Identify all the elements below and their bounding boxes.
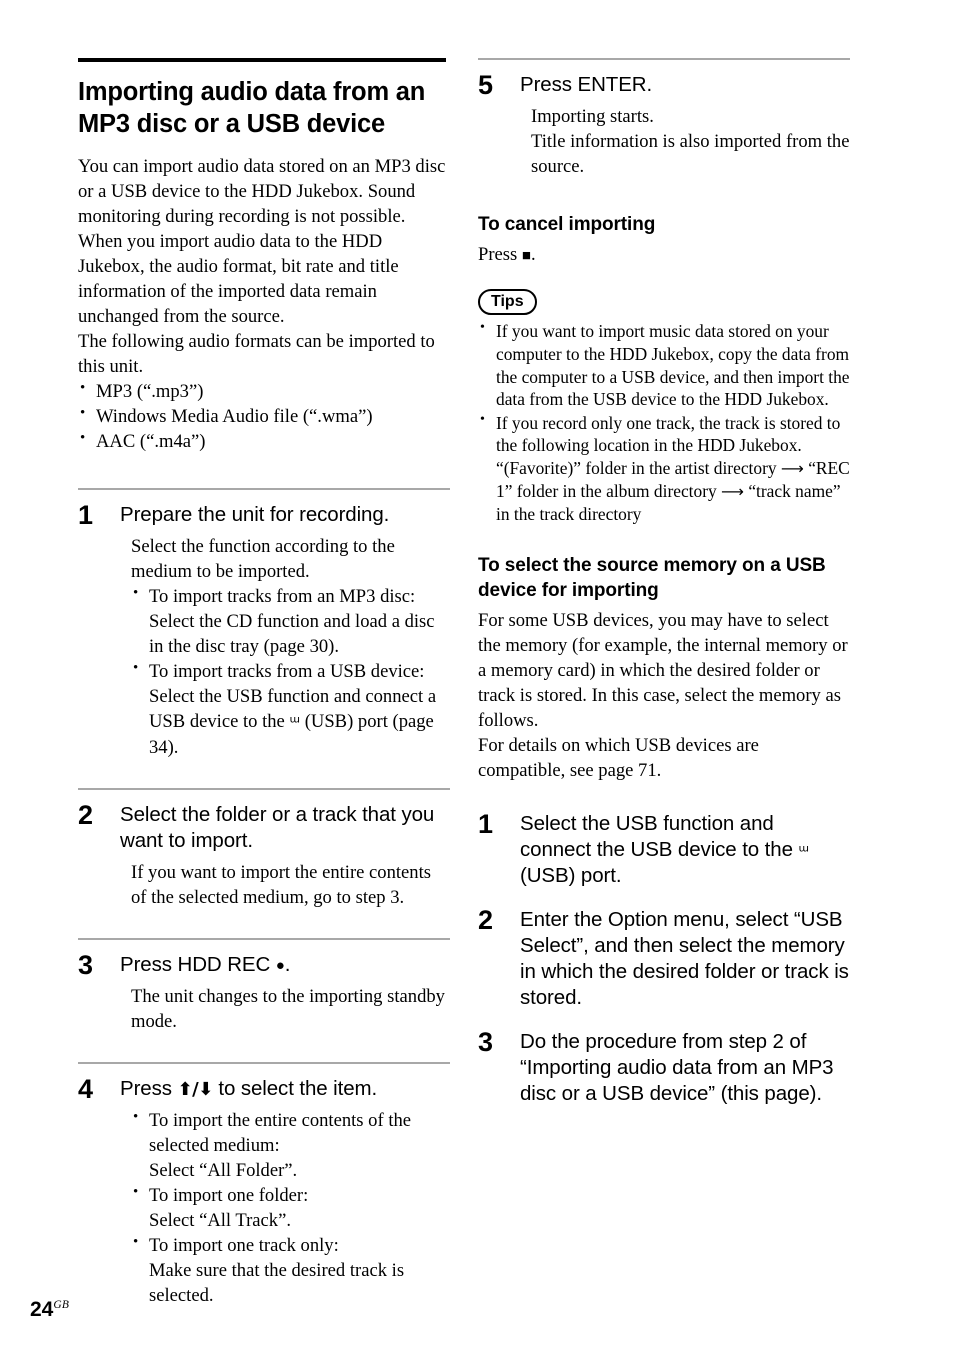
step-title-post: . — [284, 953, 291, 977]
right-column: 5 Press ENTER. Importing starts. Title i… — [478, 58, 850, 1108]
tips-section: Tips If you want to import music data st… — [478, 288, 850, 526]
step-title-pre: Select the USB function and connect the … — [520, 811, 799, 861]
step-4: 4 Press ⬆/⬇ to select the item. To impor… — [78, 1076, 450, 1308]
source-memory-step-2: 2 Enter the Option menu, select “USB Sel… — [478, 907, 850, 1011]
source-memory-step-3: 3 Do the procedure from step 2 of “Impor… — [478, 1029, 850, 1107]
step-body: Select the function according to the med… — [120, 534, 450, 760]
step-body-text: Select the function according to the med… — [131, 536, 395, 583]
intro-paragraph-2: The following audio formats can be impor… — [78, 331, 435, 378]
title-rule — [78, 58, 446, 62]
step-number: 3 — [78, 950, 94, 981]
step-title: Press ⬆/⬇ to select the item. — [120, 1076, 450, 1102]
tip-path-pre: “(Favorite)” folder in the artist direct… — [496, 458, 781, 479]
page-title: Importing audio data from an MP3 disc or… — [78, 78, 426, 139]
step-3: 3 Press HDD REC ●. The unit changes to t… — [78, 952, 450, 1034]
step-title-post: (USB) port. — [520, 864, 622, 888]
step-1: 1 Prepare the unit for recording. Select… — [78, 502, 450, 760]
step-title-pre: Press — [120, 1077, 178, 1101]
step-body: To import the entire contents of the sel… — [120, 1107, 450, 1308]
step-bullet-list: To import tracks from an MP3 disc: Selec… — [131, 583, 450, 760]
tips-list: If you want to import music data stored … — [478, 319, 850, 525]
tips-badge: Tips — [478, 288, 537, 316]
step-2: 2 Select the folder or a track that you … — [78, 802, 450, 910]
manual-page: Importing audio data from an MP3 disc or… — [0, 0, 954, 1348]
step-number: 2 — [78, 800, 94, 831]
list-item: If you record only one track, the track … — [478, 411, 850, 525]
step-title-pre: Press HDD REC — [120, 953, 276, 977]
source-memory-heading: To select the source memory on a USB dev… — [478, 555, 826, 601]
step-title: Press HDD REC ●. — [120, 952, 450, 978]
bullet-line-2: Select “All Folder”. — [149, 1160, 298, 1182]
step-body-line-2: Title information is also imported from … — [531, 131, 850, 178]
page-number-value: 24 — [30, 1298, 54, 1321]
step-number: 1 — [478, 808, 494, 839]
bullet-line-1: To import tracks from an MP3 disc: — [149, 586, 416, 608]
step-body-line-1: Importing starts. — [531, 106, 654, 128]
list-item: To import the entire contents of the sel… — [131, 1107, 450, 1183]
list-item: To import one track only: Make sure that… — [131, 1232, 450, 1308]
list-item: AAC (“.m4a”) — [78, 428, 450, 454]
source-memory-paragraph-2: For details on which USB devices are com… — [478, 734, 759, 781]
step-title-post: to select the item. — [212, 1077, 378, 1101]
source-memory-step-1: 1 Select the USB function and connect th… — [478, 808, 850, 890]
arrow-right-icon: ⟶ — [780, 459, 804, 479]
list-item: MP3 (“.mp3”) — [78, 378, 450, 404]
bullet-line-2: Select the CD function and load a disc i… — [149, 611, 435, 658]
step-title: Prepare the unit for recording. — [120, 503, 390, 527]
step-title: Press ENTER. — [520, 73, 653, 96]
step-body: If you want to import the entire content… — [131, 862, 432, 909]
bullet-line-1: To import the entire contents of the sel… — [149, 1110, 412, 1157]
cancel-importing-text: Press ■. — [478, 242, 850, 267]
cancel-importing-heading: To cancel importing — [478, 214, 656, 236]
bullet-line-2: Make sure that the desired track is sele… — [149, 1260, 405, 1307]
bullet-line-1: To import tracks from a USB device: — [149, 661, 425, 683]
list-item: To import tracks from an MP3 disc: Selec… — [131, 583, 450, 659]
stop-square-icon: ■ — [521, 247, 531, 264]
step-body: Importing starts. Title information is a… — [520, 104, 850, 179]
step-title: Enter the Option menu, select “USB Selec… — [520, 908, 849, 1010]
bullet-line-1: To import one folder: — [149, 1185, 309, 1207]
step-number: 4 — [78, 1074, 94, 1105]
usb-trident-icon: ᵚ — [798, 841, 809, 862]
list-item: To import one folder: Select “All Track”… — [131, 1182, 450, 1233]
cancel-text-pre: Press — [478, 243, 522, 265]
step-title: Select the USB function and connect the … — [520, 811, 850, 890]
audio-format-list: MP3 (“.mp3”) Windows Media Audio file (“… — [78, 378, 450, 454]
record-dot-icon: ● — [275, 957, 285, 975]
step-title: Do the procedure from step 2 of “Importi… — [520, 1030, 834, 1106]
source-memory-paragraph-1: For some USB devices, you may have to se… — [478, 609, 848, 731]
page-region-suffix: GB — [53, 1299, 70, 1311]
bullet-line-2: Select “All Track”. — [149, 1210, 292, 1232]
tip-text: If you record only one track, the track … — [496, 412, 841, 456]
page-number: 24GB — [30, 1299, 69, 1320]
step-body: The unit changes to the importing standb… — [131, 986, 445, 1033]
list-item: To import tracks from a USB device: Sele… — [131, 658, 450, 760]
step-number: 2 — [478, 905, 494, 936]
step-number: 1 — [78, 500, 94, 531]
left-column: Importing audio data from an MP3 disc or… — [78, 58, 450, 1308]
intro-paragraph-1: You can import audio data stored on an M… — [78, 156, 446, 328]
bullet-line-1: To import one track only: — [149, 1235, 339, 1257]
step-number: 5 — [478, 70, 494, 100]
step-5: 5 Press ENTER. Importing starts. Title i… — [478, 72, 850, 179]
step-number: 3 — [478, 1027, 494, 1058]
cancel-text-post: . — [530, 243, 536, 265]
arrow-right-icon: ⟶ — [721, 481, 744, 501]
up-down-arrows-icon: ⬆/⬇ — [177, 1079, 214, 1101]
usb-trident-icon: ᵚ — [289, 713, 301, 734]
list-item: If you want to import music data stored … — [478, 319, 850, 411]
step-bullet-list: To import the entire contents of the sel… — [131, 1107, 450, 1308]
step-title: Select the folder or a track that you wa… — [120, 803, 435, 853]
list-item: Windows Media Audio file (“.wma”) — [78, 403, 450, 429]
